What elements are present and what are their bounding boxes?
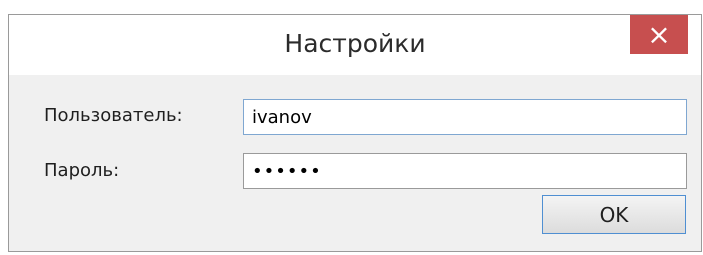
user-input[interactable] <box>243 99 687 135</box>
close-icon: × <box>647 17 671 51</box>
password-field[interactable] <box>243 153 687 189</box>
ok-button[interactable]: OK <box>542 195 686 234</box>
password-label: Пароль: <box>44 160 120 181</box>
title-bar: Настройки × <box>9 15 701 75</box>
partial-text-above-dialog <box>0 0 703 8</box>
close-button[interactable]: × <box>630 15 688 54</box>
page: Настройки × Пользователь: Пароль: OK <box>0 0 703 255</box>
user-label: Пользователь: <box>44 105 183 126</box>
dialog-body: Пользователь: Пароль: OK <box>9 75 701 251</box>
settings-dialog: Настройки × Пользователь: Пароль: OK <box>8 14 702 252</box>
dialog-title: Настройки <box>284 29 426 58</box>
